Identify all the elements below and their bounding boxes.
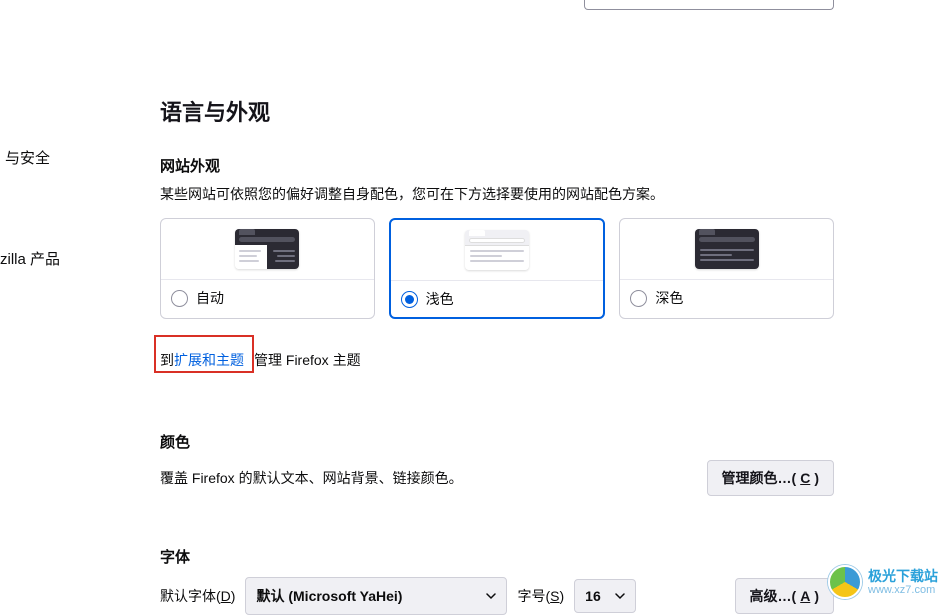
theme-light-radio-row: 浅色 [391,280,604,317]
manage-colors-button[interactable]: 管理颜色…(C) [707,460,834,496]
lbl-pre: 默认字体( [160,588,221,604]
theme-auto-label: 自动 [196,288,224,308]
theme-dark-label: 深色 [655,288,683,308]
radio-icon[interactable] [401,291,418,308]
section-title: 语言与外观 [160,95,834,127]
lbl-pre: 字号( [517,588,550,604]
btn-text: 高级…( [750,586,797,606]
radio-icon[interactable] [630,290,647,307]
btn-text-end: ) [814,470,819,486]
btn-text-end: ) [814,588,819,604]
sidebar-item-mozilla[interactable]: zilla 产品 [0,239,50,278]
browser-preview-icon [695,229,759,269]
theme-option-auto[interactable]: 自动 [160,218,375,319]
btn-accel: C [800,470,810,486]
colors-desc: 覆盖 Firefox 的默认文本、网站背景、链接颜色。 [160,468,463,488]
chevron-down-icon [615,591,625,601]
fonts-heading: 字体 [160,546,834,567]
theme-option-light[interactable]: 浅色 [389,218,606,319]
font-size-label: 字号(S) [517,586,564,606]
font-size-select[interactable]: 16 [574,579,636,613]
appearance-heading: 网站外观 [160,155,834,176]
theme-preview-dark [620,219,833,279]
font-value: 默认 (Microsoft YaHei) [256,586,402,606]
sidebar-item-general[interactable] [0,18,50,36]
theme-option-dark[interactable]: 深色 [619,218,834,319]
extensions-themes-link[interactable]: 扩展和主题 [174,352,244,368]
lbl-post: ) [559,588,564,604]
theme-auto-radio-row: 自动 [161,279,374,316]
theme-light-label: 浅色 [426,289,454,309]
theme-preview-auto [161,219,374,279]
search-input-fragment[interactable] [584,0,834,10]
theme-preview-light [391,220,604,280]
theme-options: 自动 浅色 [160,218,834,319]
sidebar-item-sync[interactable] [0,199,50,217]
lbl-post: ) [231,588,236,604]
size-value: 16 [585,588,601,604]
lbl-key: D [221,588,231,604]
appearance-desc: 某些网站可依照您的偏好调整自身配色，您可在下方选择要使用的网站配色方案。 [160,184,834,204]
default-font-select[interactable]: 默认 (Microsoft YaHei) [245,577,507,615]
ext-prefix: 到 [160,352,174,368]
sidebar-item-search[interactable] [0,98,50,116]
sidebar: 与安全 zilla 产品 [0,0,50,601]
main-content: 语言与外观 网站外观 某些网站可依照您的偏好调整自身配色，您可在下方选择要使用的… [160,0,942,615]
default-font-label: 默认字体(D) [160,586,235,606]
browser-preview-icon [235,229,299,269]
font-advanced-button[interactable]: 高级…(A) [735,578,834,614]
extensions-line: 到扩展和主题管理 Firefox 主题 [160,335,834,373]
sidebar-item-home[interactable] [0,58,50,76]
sidebar-item-privacy[interactable]: 与安全 [0,138,50,177]
radio-icon[interactable] [171,290,188,307]
font-controls: 默认字体(D) 默认 (Microsoft YaHei) 字号(S) 16 高级… [160,577,834,615]
browser-preview-icon [465,230,529,270]
theme-dark-radio-row: 深色 [620,279,833,316]
btn-accel: A [800,588,810,604]
chevron-down-icon [486,591,496,601]
ext-suffix: 管理 Firefox 主题 [254,352,361,368]
highlight-box: 到扩展和主题 [154,335,254,373]
btn-text: 管理颜色…( [722,468,797,488]
colors-heading: 颜色 [160,431,834,452]
